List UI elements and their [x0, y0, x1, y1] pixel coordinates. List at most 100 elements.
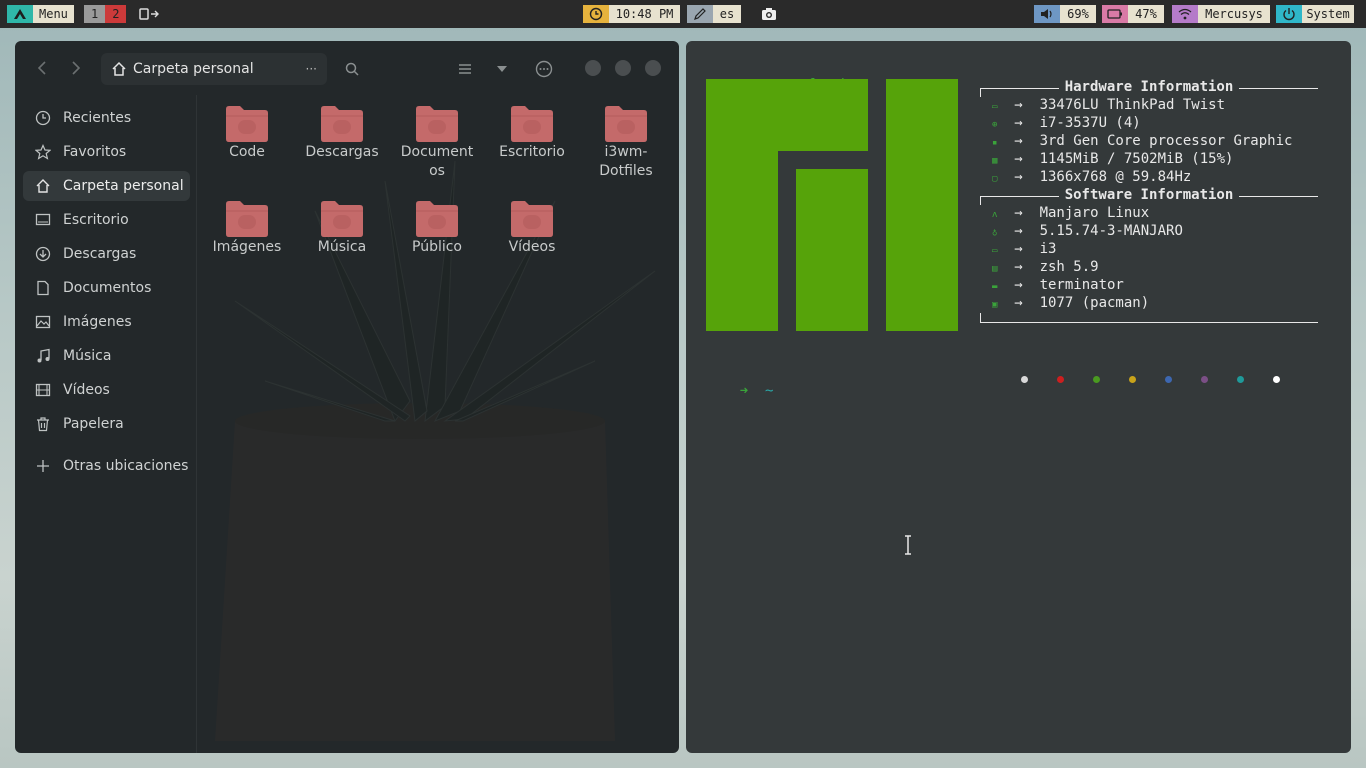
view-options-chevron-icon[interactable] [493, 60, 511, 78]
row-arrow: → [1014, 205, 1023, 221]
home-icon [23, 178, 63, 194]
sidebar-item-imagenes[interactable]: Imágenes [23, 307, 190, 337]
info-row: ▬ → terminator [992, 277, 1124, 293]
sidebar-item-otras-ubicaciones[interactable]: Otras ubicaciones [23, 451, 190, 481]
document-icon [23, 280, 63, 296]
close-button[interactable] [645, 60, 661, 76]
sidebar-item-escritorio[interactable]: Escritorio [23, 205, 190, 235]
prompt-arrow: ➜ [739, 383, 749, 399]
row-arrow: → [1014, 259, 1023, 275]
plus-icon [23, 459, 63, 473]
sidebar-item-recientes[interactable]: Recientes [23, 103, 190, 133]
terminal-window[interactable]: ➜ ~ neofetch Hardware Information Softwa… [686, 41, 1351, 753]
shell-icon: ▤ [992, 264, 998, 274]
desktop-icon [23, 212, 63, 228]
info-row: ▭ → i3 [992, 241, 1056, 257]
gpu-icon: ▪ [992, 138, 998, 148]
palette-dot [1201, 376, 1208, 383]
workspace-2-button[interactable]: 2 [105, 5, 127, 23]
folder-videos[interactable]: Vídeos [484, 200, 580, 257]
forward-button[interactable] [67, 59, 85, 77]
sidebar-item-label: Otras ubicaciones [63, 458, 189, 474]
music-icon [23, 348, 63, 364]
row-value: i3 [1039, 241, 1057, 257]
info-row: ▭ → 33476LU ThinkPad Twist [992, 97, 1225, 113]
search-icon[interactable] [343, 60, 361, 78]
main-menu-icon[interactable] [534, 59, 554, 79]
folder-icon [225, 105, 269, 143]
back-button[interactable] [33, 59, 51, 77]
sidebar-item-musica[interactable]: Música [23, 341, 190, 371]
palette-dot [1057, 376, 1064, 383]
row-value: terminator [1039, 277, 1124, 293]
sidebar-item-favoritos[interactable]: Favoritos [23, 137, 190, 167]
folder-document-icon [415, 105, 459, 143]
sw-title-wrap: Software Information [980, 187, 1318, 203]
folder-i3wm-dotfiles[interactable]: i3wm-Dotfiles [578, 105, 674, 181]
folder-desktop-icon [510, 105, 554, 143]
cpu-icon: ⊕ [992, 120, 998, 130]
clock-icon [23, 110, 63, 126]
maximize-button[interactable] [615, 60, 631, 76]
package-icon: ▣ [992, 300, 998, 310]
memory-icon: ▦ [992, 156, 998, 166]
folder-image-icon [225, 200, 269, 238]
hw-title: Hardware Information [1058, 79, 1240, 95]
clock-text: 10:48 PM [609, 5, 680, 23]
wifi-network[interactable]: Mercusys [1198, 5, 1270, 23]
row-value: 5.15.74-3-MANJARO [1039, 223, 1183, 239]
sidebar-item-label: Descargas [63, 246, 137, 262]
sidebar-item-label: Papelera [63, 416, 124, 432]
laptop-icon: ▭ [992, 102, 998, 112]
sidebar-item-label: Favoritos [63, 144, 127, 160]
folder-musica[interactable]: Música [294, 200, 390, 257]
kernel-icon: ♁ [992, 228, 998, 238]
minimize-button[interactable] [585, 60, 601, 76]
keyboard-layout[interactable]: es [713, 5, 741, 23]
path-bar[interactable]: Carpeta personal ··· [101, 53, 327, 85]
sidebar-item-videos[interactable]: Vídeos [23, 375, 190, 405]
sidebar-item-descargas[interactable]: Descargas [23, 239, 190, 269]
window-switch-icon[interactable] [138, 5, 162, 23]
menu-label: Menu [33, 5, 74, 23]
folder-name: Documentos [400, 144, 474, 179]
info-row: ▢ → 1366x768 @ 59.84Hz [992, 169, 1191, 185]
folder-icon [604, 105, 648, 143]
palette-dot [1273, 376, 1280, 383]
path-menu-icon[interactable]: ··· [306, 62, 317, 76]
star-icon [23, 144, 63, 160]
folder-imagenes[interactable]: Imágenes [199, 200, 295, 257]
terminal-icon: ▬ [992, 282, 998, 292]
folder-descargas[interactable]: Descargas [294, 105, 390, 162]
volume-level[interactable]: 69% [1060, 5, 1096, 23]
screenshot-icon[interactable] [760, 5, 778, 23]
battery-level[interactable]: 47% [1128, 5, 1164, 23]
row-value: zsh 5.9 [1039, 259, 1099, 275]
folder-name: Code [229, 144, 265, 160]
sidebar-item-documentos[interactable]: Documentos [23, 273, 190, 303]
folder-code[interactable]: Code [199, 105, 295, 162]
sidebar-item-label: Vídeos [63, 382, 110, 398]
sidebar-item-papelera[interactable]: Papelera [23, 409, 190, 439]
folder-escritorio[interactable]: Escritorio [484, 105, 580, 162]
trash-icon [23, 416, 63, 432]
prompt-dir: ~ [765, 383, 774, 399]
folder-documentos[interactable]: Documentos [389, 105, 485, 181]
prompt-line-2: ➜ ~ [706, 367, 774, 415]
battery-icon [1102, 5, 1128, 23]
system-button[interactable]: System [1276, 5, 1354, 23]
row-value: i7-3537U (4) [1039, 115, 1141, 131]
palette-dot [1021, 376, 1028, 383]
manjaro-logo [706, 79, 958, 331]
row-value: 3rd Gen Core processor Graphic [1039, 133, 1293, 149]
keyboard-icon [687, 5, 713, 23]
menu-button[interactable]: Menu [7, 5, 74, 23]
folder-publico[interactable]: Público [389, 200, 485, 257]
display-icon: ▢ [992, 174, 998, 184]
palette-dot [1129, 376, 1136, 383]
workspace-1-button[interactable]: 1 [84, 5, 106, 23]
list-view-icon[interactable] [456, 60, 474, 78]
sidebar-item-carpeta-personal[interactable]: Carpeta personal [23, 171, 190, 201]
folder-name: Descargas [305, 144, 379, 160]
hw-title-wrap: Hardware Information [980, 79, 1318, 95]
